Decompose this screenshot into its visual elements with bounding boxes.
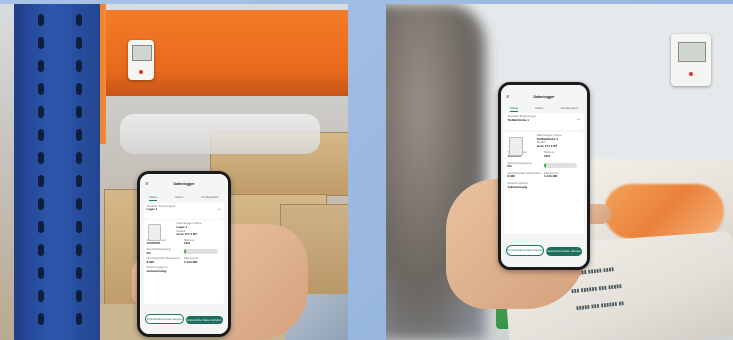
rack-hole	[38, 14, 44, 26]
memory-bar-fill	[544, 162, 546, 168]
logger-details-card: Datenlogger Name Tiefkühltruhe 1 Modell …	[504, 132, 584, 235]
rack-hole	[76, 83, 82, 95]
rack-hole	[38, 175, 44, 187]
rack-hole	[76, 244, 82, 256]
rack-hole	[38, 83, 44, 95]
stop-download-button[interactable]: Protokolldownload stoppen	[145, 314, 185, 325]
current-logger-card[interactable]: Aktueller Datenlogger Lager 1 →	[143, 202, 225, 219]
battery-value: 19%	[544, 154, 551, 158]
field-value: Aufzeichnung	[507, 184, 528, 189]
field-value: Aufzeichnung	[146, 269, 167, 274]
field-value: 8.326	[507, 174, 515, 179]
app-header: ☰ Datenlogger	[501, 85, 587, 107]
field-value: testo 174 T BT	[536, 143, 558, 148]
tab-daten[interactable]: Daten	[175, 196, 183, 201]
field-value: 12345678	[146, 241, 160, 246]
rack-hole	[38, 313, 44, 325]
logger-display	[678, 42, 706, 62]
memory-bar	[184, 249, 218, 255]
memory-bar-fill	[184, 249, 186, 255]
logger-display	[132, 45, 152, 61]
photo-warehouse-rack: ☰ Datenlogger Status Daten Konfiguration…	[0, 4, 348, 340]
tab-daten[interactable]: Daten	[535, 106, 543, 112]
rack-hole	[76, 152, 82, 164]
smartphone: ☰ Datenlogger Status Daten Konfiguration…	[137, 171, 231, 337]
tab-status[interactable]: Status	[148, 196, 158, 201]
field-value: 8.326	[146, 259, 155, 264]
arrow-right-icon[interactable]: →	[576, 116, 581, 122]
memory-bar	[544, 162, 577, 168]
rack-hole	[38, 60, 44, 72]
historic-data-button[interactable]: Historische Daten abrufen	[185, 316, 223, 325]
rack-hole	[38, 267, 44, 279]
rack-hole	[38, 244, 44, 256]
carrots-in-bag	[604, 184, 724, 239]
app-header: ☰ Datenlogger	[140, 174, 228, 197]
tab-konfiguration[interactable]: Konfiguration	[201, 196, 219, 201]
rack-hole	[38, 106, 44, 118]
rack-hole	[38, 129, 44, 141]
rack-hole	[76, 106, 82, 118]
rack-hole	[76, 14, 82, 26]
data-logger-device	[128, 40, 154, 80]
current-logger-name: Tiefkühltruhe 1	[507, 117, 529, 122]
photo-freezer-room: ▮▮▮▮ ▮▮▮ ▮▮▮▮▮ ▮▮▮▮ ▮▮▮ ▮▮▮▮▮▮ ▮▮▮ ▮▮▮▮▮…	[386, 4, 733, 340]
rack-hole	[76, 198, 82, 210]
rack-hole	[76, 221, 82, 233]
current-logger-card[interactable]: Aktueller Datenlogger Tiefkühltruhe 1 →	[504, 113, 584, 131]
arrow-right-icon[interactable]: →	[216, 206, 221, 212]
rack-hole	[76, 37, 82, 49]
logger-led	[139, 70, 143, 74]
rack-hole	[38, 152, 44, 164]
smartphone: 09:41 ☰ Datenlogger Status Daten Konfigu…	[498, 82, 590, 270]
white-bag	[120, 114, 320, 154]
rack-hole	[76, 290, 82, 302]
field-value: 0%	[507, 164, 512, 169]
app-title: Datenlogger	[533, 95, 555, 99]
rack-hole	[38, 37, 44, 49]
app-tabs: Status Daten Konfiguration	[140, 196, 228, 201]
app-tabs: Status Daten Konfiguration	[501, 106, 587, 112]
rack-hole	[76, 175, 82, 187]
field-value: testo 174 T BT	[176, 232, 198, 237]
app-screen: 09:41 ☰ Datenlogger Status Daten Konfigu…	[501, 85, 587, 267]
logger-icon	[147, 224, 161, 242]
logger-icon	[509, 137, 524, 157]
rack-hole	[38, 290, 44, 302]
rack-hole	[76, 267, 82, 279]
battery-value: 19%	[184, 241, 191, 246]
rack-hole	[76, 313, 82, 325]
logger-details-card: Datenlogger Name Lager 1 Modell testo 17…	[143, 220, 225, 305]
field-value: 1.444.480	[544, 174, 558, 179]
field-value: 0%	[146, 250, 151, 255]
tab-konfiguration[interactable]: Konfiguration	[561, 106, 579, 112]
data-logger-device	[671, 34, 711, 86]
tab-status[interactable]: Status	[509, 106, 519, 112]
app-screen: ☰ Datenlogger Status Daten Konfiguration…	[140, 174, 228, 334]
app-title: Datenlogger	[173, 182, 195, 186]
field-value: 1.444.480	[184, 259, 198, 264]
blue-rack-post	[14, 4, 100, 340]
rack-hole	[76, 129, 82, 141]
historic-data-button[interactable]: Historische Daten abrufen	[545, 247, 582, 257]
rack-hole	[38, 221, 44, 233]
rack-hole	[38, 198, 44, 210]
stop-download-button[interactable]: Protokolldownload stoppen	[506, 245, 545, 257]
current-logger-name: Lager 1	[146, 207, 158, 212]
logger-led	[689, 72, 693, 76]
rack-hole	[76, 60, 82, 72]
